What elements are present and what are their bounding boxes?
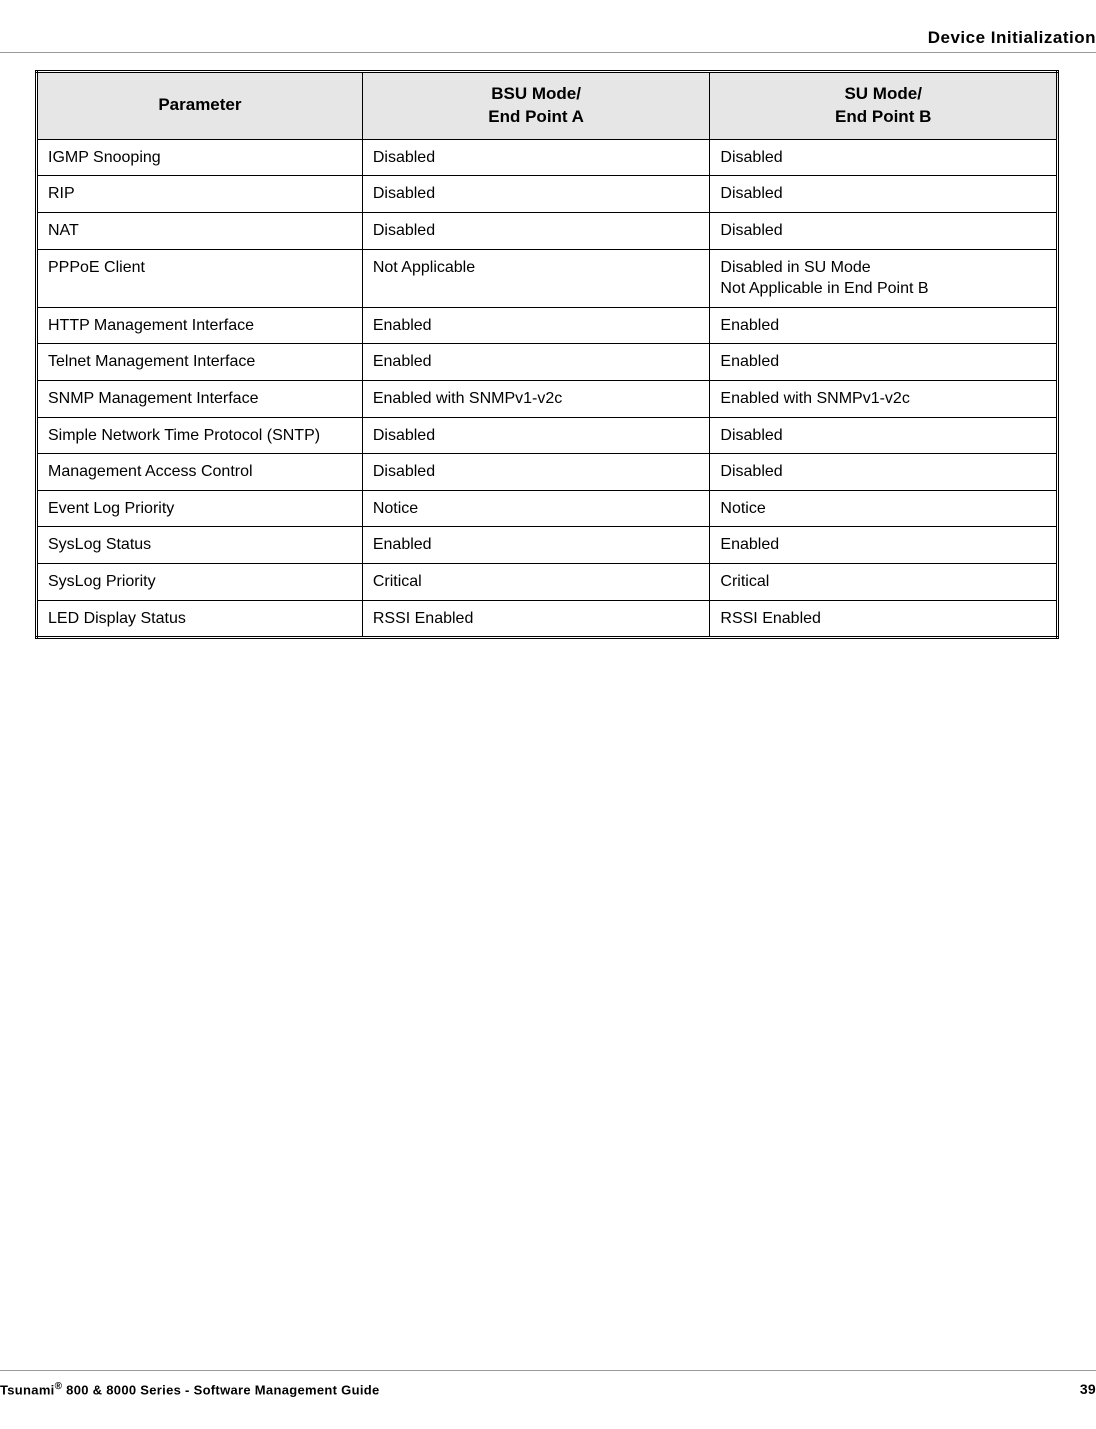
table-row: IGMP SnoopingDisabledDisabled — [37, 139, 1058, 176]
cell-bsu: Notice — [362, 490, 710, 527]
table-header-row: Parameter BSU Mode/ End Point A SU Mode/… — [37, 72, 1058, 140]
cell-su: Disabled in SU Mode Not Applicable in En… — [710, 249, 1058, 307]
cell-su: RSSI Enabled — [710, 600, 1058, 638]
column-header-text: SU Mode/ — [718, 83, 1048, 106]
cell-su: Enabled — [710, 527, 1058, 564]
table-row: SysLog StatusEnabledEnabled — [37, 527, 1058, 564]
footer-product-name: Tsunami® 800 & 8000 Series - Software Ma… — [0, 1381, 380, 1397]
cell-bsu: Enabled — [362, 527, 710, 564]
cell-su: Enabled with SNMPv1-v2c — [710, 381, 1058, 418]
cell-bsu: Enabled with SNMPv1-v2c — [362, 381, 710, 418]
cell-parameter: SysLog Priority — [37, 564, 363, 601]
table-row: NATDisabledDisabled — [37, 213, 1058, 250]
column-header-text: BSU Mode/ — [371, 83, 702, 106]
table-row: Event Log PriorityNoticeNotice — [37, 490, 1058, 527]
table-row: SNMP Management InterfaceEnabled with SN… — [37, 381, 1058, 418]
footer-text-prefix: Tsunami — [0, 1382, 55, 1397]
cell-parameter: Management Access Control — [37, 454, 363, 491]
table-row: Simple Network Time Protocol (SNTP)Disab… — [37, 417, 1058, 454]
cell-bsu: Not Applicable — [362, 249, 710, 307]
table-row: RIPDisabledDisabled — [37, 176, 1058, 213]
table-row: LED Display StatusRSSI EnabledRSSI Enabl… — [37, 600, 1058, 638]
cell-bsu: Disabled — [362, 213, 710, 250]
footer-text-suffix: 800 & 8000 Series - Software Management … — [62, 1382, 379, 1397]
cell-parameter: NAT — [37, 213, 363, 250]
content-area: Parameter BSU Mode/ End Point A SU Mode/… — [35, 70, 1059, 639]
cell-parameter: Event Log Priority — [37, 490, 363, 527]
cell-bsu: Disabled — [362, 139, 710, 176]
column-header-text: End Point A — [371, 106, 702, 129]
column-header-su: SU Mode/ End Point B — [710, 72, 1058, 140]
cell-su: Notice — [710, 490, 1058, 527]
page-footer: Tsunami® 800 & 8000 Series - Software Ma… — [0, 1381, 1096, 1397]
cell-parameter: Telnet Management Interface — [37, 344, 363, 381]
parameters-table: Parameter BSU Mode/ End Point A SU Mode/… — [35, 70, 1059, 639]
cell-parameter: SNMP Management Interface — [37, 381, 363, 418]
cell-parameter: IGMP Snooping — [37, 139, 363, 176]
cell-su: Disabled — [710, 213, 1058, 250]
cell-parameter: PPPoE Client — [37, 249, 363, 307]
section-title: Device Initialization — [928, 28, 1096, 48]
cell-su: Critical — [710, 564, 1058, 601]
cell-bsu: RSSI Enabled — [362, 600, 710, 638]
table-row: Telnet Management InterfaceEnabledEnable… — [37, 344, 1058, 381]
cell-parameter: SysLog Status — [37, 527, 363, 564]
table-row: Management Access ControlDisabledDisable… — [37, 454, 1058, 491]
cell-bsu: Enabled — [362, 307, 710, 344]
column-header-bsu: BSU Mode/ End Point A — [362, 72, 710, 140]
table-row: HTTP Management InterfaceEnabledEnabled — [37, 307, 1058, 344]
column-header-text: Parameter — [46, 94, 354, 117]
table-row: PPPoE ClientNot ApplicableDisabled in SU… — [37, 249, 1058, 307]
cell-su: Disabled — [710, 454, 1058, 491]
cell-su: Disabled — [710, 176, 1058, 213]
footer-divider — [0, 1370, 1096, 1371]
header-divider — [0, 52, 1096, 53]
cell-parameter: Simple Network Time Protocol (SNTP) — [37, 417, 363, 454]
cell-bsu: Disabled — [362, 417, 710, 454]
cell-parameter: LED Display Status — [37, 600, 363, 638]
column-header-parameter: Parameter — [37, 72, 363, 140]
cell-su: Disabled — [710, 139, 1058, 176]
cell-su: Enabled — [710, 344, 1058, 381]
page-number: 39 — [1080, 1381, 1096, 1397]
column-header-text: End Point B — [718, 106, 1048, 129]
cell-bsu: Disabled — [362, 454, 710, 491]
cell-parameter: RIP — [37, 176, 363, 213]
cell-bsu: Enabled — [362, 344, 710, 381]
cell-su: Enabled — [710, 307, 1058, 344]
table-body: IGMP SnoopingDisabledDisabledRIPDisabled… — [37, 139, 1058, 637]
cell-bsu: Disabled — [362, 176, 710, 213]
cell-su: Disabled — [710, 417, 1058, 454]
cell-parameter: HTTP Management Interface — [37, 307, 363, 344]
table-row: SysLog PriorityCriticalCritical — [37, 564, 1058, 601]
cell-bsu: Critical — [362, 564, 710, 601]
